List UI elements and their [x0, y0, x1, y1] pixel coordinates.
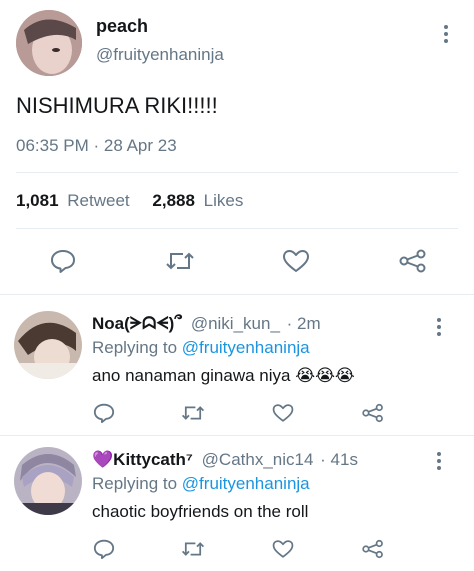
retweet-button[interactable]: [164, 248, 196, 274]
replying-to: Replying to @fruityenhaninja: [92, 474, 310, 494]
more-vertical-icon: [444, 25, 448, 43]
retweet-icon: [181, 542, 205, 556]
replying-to-handle[interactable]: @fruityenhaninja: [182, 338, 310, 357]
divider: [16, 172, 458, 173]
share-icon: [362, 403, 383, 423]
divider: [0, 294, 474, 295]
reply-header: Noa(ᗒᗣᗕ)՞ @niki_kun_ · 2m: [92, 314, 321, 334]
reply-like-button[interactable]: [271, 538, 295, 560]
reply-text: chaotic boyfriends on the roll: [92, 502, 309, 521]
reply-more-button[interactable]: [428, 450, 450, 472]
tweet-stats: 1,081 Retweet 2,888 Likes: [16, 191, 243, 211]
reply-handle[interactable]: @niki_kun_: [191, 314, 280, 333]
author-display-name[interactable]: peach: [96, 16, 148, 37]
like-count[interactable]: 2,888: [152, 191, 195, 210]
reply-handle[interactable]: @Cathx_nic14: [202, 450, 314, 469]
replying-to: Replying to @fruityenhaninja: [92, 338, 310, 358]
like-label[interactable]: Likes: [204, 191, 244, 210]
replying-to-prefix: Replying to: [92, 474, 178, 493]
more-options-button[interactable]: [434, 22, 458, 46]
divider: [16, 228, 458, 229]
heart-icon: [272, 404, 294, 422]
retweet-icon: [181, 406, 205, 420]
replying-to-handle[interactable]: @fruityenhaninja: [182, 474, 310, 493]
reply-share-button[interactable]: [361, 402, 385, 424]
reply-icon: [51, 250, 75, 273]
more-vertical-icon: [437, 452, 441, 470]
more-vertical-icon: [437, 318, 441, 336]
reply-retweet-button[interactable]: [180, 538, 206, 560]
heart-icon: [283, 250, 309, 272]
share-icon: [362, 539, 383, 559]
reply-display-name[interactable]: Noa(ᗒᗣᗕ)՞: [92, 314, 182, 333]
tweet-text: NISHIMURA RIKI!!!!!: [16, 93, 218, 118]
replying-to-prefix: Replying to: [92, 338, 178, 357]
reply-retweet-button[interactable]: [180, 402, 206, 424]
reply-reply-button[interactable]: [92, 538, 116, 560]
author-avatar[interactable]: [16, 10, 82, 76]
divider: [0, 435, 474, 436]
share-button[interactable]: [398, 248, 428, 274]
reply-like-button[interactable]: [271, 402, 295, 424]
retweet-label[interactable]: Retweet: [67, 191, 129, 210]
like-button[interactable]: [281, 248, 311, 274]
share-icon: [399, 249, 426, 273]
reply-reply-button[interactable]: [92, 402, 116, 424]
tweet-timestamp[interactable]: 06:35 PM · 28 Apr 23: [16, 136, 177, 156]
reply-avatar[interactable]: [14, 311, 82, 379]
heart-icon: [272, 540, 294, 558]
reply-icon: [93, 539, 115, 559]
retweet-icon: [166, 252, 194, 270]
reply-time[interactable]: · 2m: [287, 314, 321, 333]
reply-more-button[interactable]: [428, 316, 450, 338]
reply-icon: [93, 403, 115, 423]
reply-avatar[interactable]: [14, 447, 82, 515]
reply-text: ano nanaman ginawa niya 😭😭😭: [92, 366, 355, 385]
retweet-count[interactable]: 1,081: [16, 191, 59, 210]
reply-header: 💜Kittycath⁷ @Cathx_nic14 · 41s: [92, 450, 358, 470]
author-handle[interactable]: @fruityenhaninja: [96, 45, 224, 65]
reply-share-button[interactable]: [361, 538, 385, 560]
reply-display-name[interactable]: 💜Kittycath⁷: [92, 450, 193, 469]
reply-button[interactable]: [48, 248, 78, 274]
reply-time[interactable]: · 41s: [320, 450, 358, 469]
